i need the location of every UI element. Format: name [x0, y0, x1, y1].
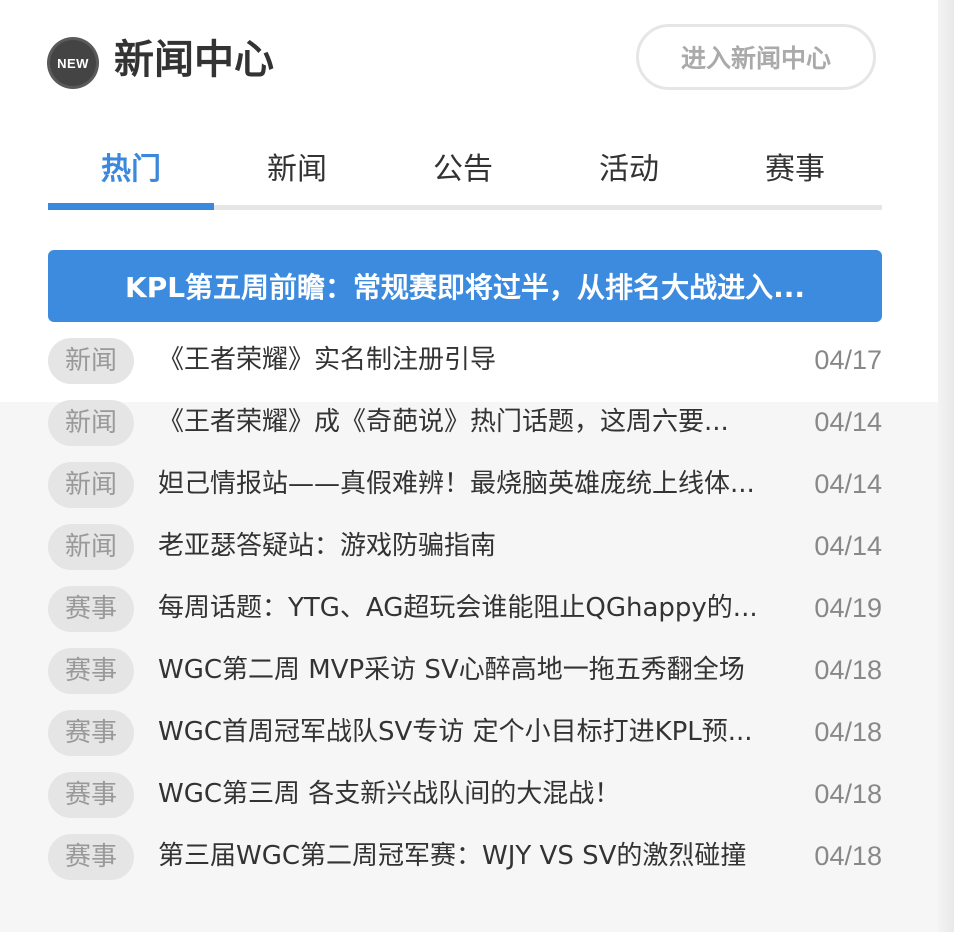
list-item[interactable]: 新闻 妲己情报站——真假难辨！最烧脑英雄庞统上线体... 04/14 [48, 460, 882, 508]
news-date: 04/18 [814, 655, 882, 685]
news-title[interactable]: 每周话题：YTG、AG超玩会谁能阻止QGhappy的... [158, 584, 774, 632]
category-tag: 赛事 [48, 586, 134, 632]
news-title[interactable]: 《王者荣耀》成《奇葩说》热门话题，这周六要... [158, 398, 774, 446]
news-title[interactable]: WGC第三周 各支新兴战队间的大混战！ [158, 770, 774, 818]
news-date: 04/14 [814, 469, 882, 499]
category-tag: 新闻 [48, 400, 134, 446]
headline-banner[interactable]: KPL第五周前瞻：常规赛即将过半，从排名大战进入... [48, 250, 882, 322]
list-item[interactable]: 新闻 《王者荣耀》实名制注册引导 04/17 [48, 336, 882, 384]
news-title[interactable]: WGC首周冠军战队SV专访 定个小目标打进KPL预... [158, 708, 774, 756]
right-edge-shadow [938, 0, 954, 932]
news-date: 04/14 [814, 407, 882, 437]
tab-tournament[interactable]: 赛事 [712, 150, 878, 202]
news-header: NEW 新闻中心 进入新闻中心 [48, 24, 882, 96]
category-tag: 新闻 [48, 524, 134, 570]
list-item[interactable]: 赛事 WGC第二周 MVP采访 SV心醉高地一拖五秀翻全场 04/18 [48, 646, 882, 694]
tab-announcement[interactable]: 公告 [380, 150, 546, 202]
news-title[interactable]: 妲己情报站——真假难辨！最烧脑英雄庞统上线体... [158, 460, 774, 508]
list-item[interactable]: 新闻 老亚瑟答疑站：游戏防骗指南 04/14 [48, 522, 882, 570]
page-title: 新闻中心 [114, 37, 274, 83]
news-date: 04/17 [814, 345, 882, 375]
list-item[interactable]: 新闻 《王者荣耀》成《奇葩说》热门话题，这周六要... 04/14 [48, 398, 882, 446]
news-date: 04/19 [814, 593, 882, 623]
category-tag: 赛事 [48, 710, 134, 756]
list-item[interactable]: 赛事 WGC首周冠军战队SV专访 定个小目标打进KPL预... 04/18 [48, 708, 882, 756]
news-title[interactable]: 《王者荣耀》实名制注册引导 [158, 336, 774, 384]
list-item[interactable]: 赛事 每周话题：YTG、AG超玩会谁能阻止QGhappy的... 04/19 [48, 584, 882, 632]
news-title[interactable]: 第三届WGC第二周冠军赛：WJY VS SV的激烈碰撞 [158, 832, 774, 880]
category-tag: 新闻 [48, 338, 134, 384]
news-center-panel: NEW 新闻中心 进入新闻中心 热门 新闻 公告 活动 赛事 KPL第五周前瞻：… [48, 0, 882, 932]
list-item[interactable]: 赛事 WGC第三周 各支新兴战队间的大混战！ 04/18 [48, 770, 882, 818]
tab-events[interactable]: 活动 [546, 150, 712, 202]
category-tag: 新闻 [48, 462, 134, 508]
list-item[interactable]: 赛事 第三届WGC第二周冠军赛：WJY VS SV的激烈碰撞 04/18 [48, 832, 882, 880]
news-title[interactable]: 老亚瑟答疑站：游戏防骗指南 [158, 522, 774, 570]
news-date: 04/18 [814, 779, 882, 809]
news-date: 04/18 [814, 717, 882, 747]
enter-news-center-button[interactable]: 进入新闻中心 [636, 24, 876, 90]
news-tabs: 热门 新闻 公告 活动 赛事 [48, 140, 882, 210]
new-badge-icon: NEW [50, 40, 96, 86]
news-date: 04/18 [814, 841, 882, 871]
news-date: 04/14 [814, 531, 882, 561]
new-badge-text: NEW [57, 55, 89, 71]
news-title[interactable]: WGC第二周 MVP采访 SV心醉高地一拖五秀翻全场 [158, 646, 774, 694]
category-tag: 赛事 [48, 772, 134, 818]
tab-hot[interactable]: 热门 [48, 150, 214, 202]
tab-news[interactable]: 新闻 [214, 150, 380, 202]
category-tag: 赛事 [48, 648, 134, 694]
active-tab-indicator [48, 203, 214, 210]
category-tag: 赛事 [48, 834, 134, 880]
